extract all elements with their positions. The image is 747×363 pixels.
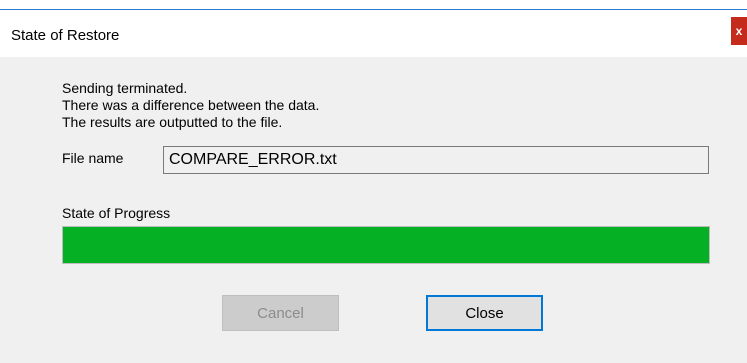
message-line-1: Sending terminated. — [62, 80, 188, 96]
close-button[interactable]: Close — [426, 295, 543, 331]
close-window-button[interactable]: x — [731, 17, 747, 45]
dialog-window: State of Restore x Sending terminated. T… — [0, 0, 747, 363]
progress-bar-fill — [63, 227, 709, 263]
cancel-button-label: Cancel — [257, 304, 304, 322]
close-icon: x — [735, 24, 743, 38]
dialog-body: Sending terminated. There was a differen… — [0, 57, 747, 363]
close-button-label: Close — [465, 304, 504, 322]
window-title: State of Restore — [11, 27, 120, 44]
message-line-2: There was a difference between the data. — [62, 97, 320, 113]
cancel-button[interactable]: Cancel — [222, 295, 339, 331]
progress-label: State of Progress — [62, 205, 171, 221]
file-name-label: File name — [62, 150, 124, 166]
message-line-3: The results are outputted to the file. — [62, 114, 283, 130]
title-bar[interactable]: State of Restore — [0, 10, 747, 57]
file-name-field[interactable]: COMPARE_ERROR.txt — [163, 146, 709, 174]
progress-bar — [62, 226, 710, 264]
